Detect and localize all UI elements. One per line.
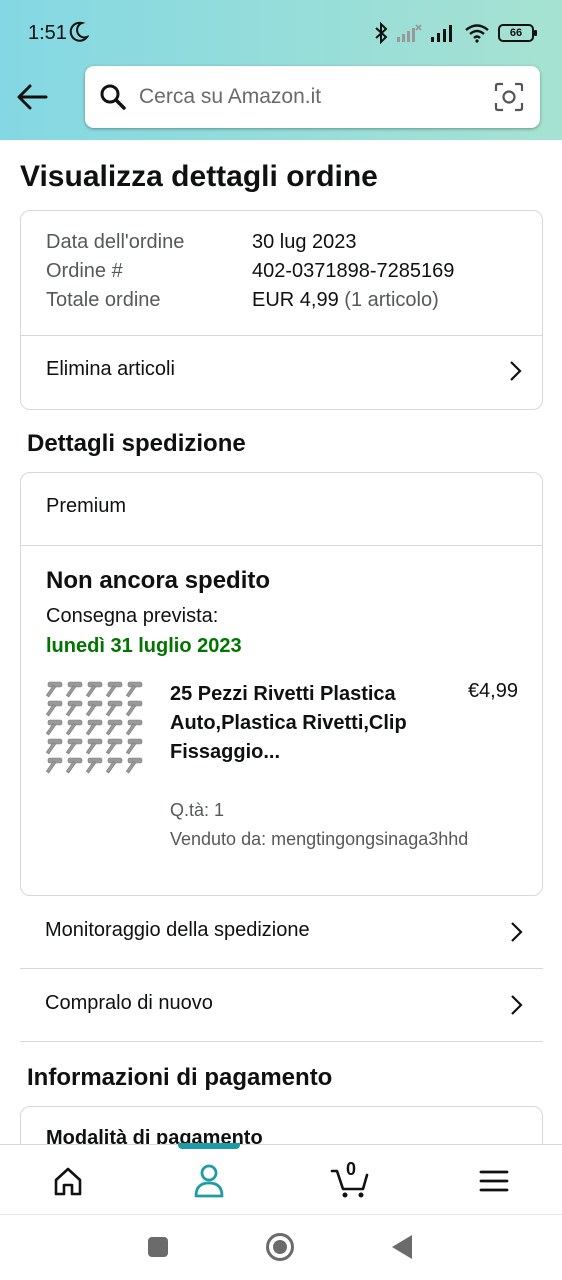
account-icon[interactable] bbox=[189, 1163, 229, 1199]
chevron-right-icon bbox=[511, 995, 523, 1015]
divider bbox=[21, 545, 542, 546]
shipment-status: Non ancora spedito bbox=[46, 567, 271, 594]
menu-icon[interactable] bbox=[474, 1163, 514, 1199]
order-number-label: Ordine # bbox=[46, 260, 123, 282]
search-icon bbox=[100, 84, 126, 110]
delivery-label: Consegna prevista: bbox=[46, 605, 219, 627]
order-total-value: EUR 4,99 (1 articolo) bbox=[252, 289, 439, 312]
order-summary-card: Data dell'ordine 30 lug 2023 Ordine # 40… bbox=[20, 210, 543, 410]
product-price: €4,99 bbox=[467, 680, 518, 702]
signal-muted-icon bbox=[397, 24, 422, 42]
product-quantity: Q.tà: 1 bbox=[170, 800, 225, 820]
payment-card: Modalità di pagamento bbox=[20, 1106, 543, 1144]
wifi-icon bbox=[465, 24, 489, 43]
do-not-disturb-icon bbox=[69, 21, 89, 42]
order-date-label: Data dell'ordine bbox=[46, 231, 185, 253]
order-details-content: Visualizza dettagli ordine Data dell'ord… bbox=[0, 140, 562, 1144]
active-tab-indicator bbox=[178, 1143, 240, 1149]
recent-apps-icon[interactable] bbox=[148, 1237, 168, 1257]
app-header: 1:51 66 bbox=[0, 0, 562, 140]
battery-indicator: 66 bbox=[498, 24, 537, 42]
track-shipment-label: Monitoraggio della spedizione bbox=[45, 919, 310, 941]
status-bar: 1:51 66 bbox=[0, 0, 562, 66]
system-navigation-bar bbox=[0, 1214, 562, 1280]
page-title: Visualizza dettagli ordine bbox=[20, 160, 378, 193]
order-total-items: (1 articolo) bbox=[344, 289, 439, 311]
cart-button[interactable]: 0 bbox=[330, 1159, 370, 1199]
bluetooth-icon bbox=[375, 22, 388, 44]
search-input[interactable] bbox=[139, 80, 479, 114]
delivery-date: lunedì 31 luglio 2023 bbox=[46, 635, 242, 657]
product-title[interactable]: 25 Pezzi Rivetti Plastica Auto,Plastica … bbox=[170, 680, 410, 767]
home-system-icon[interactable] bbox=[266, 1233, 294, 1261]
buy-again-row[interactable]: Compralo di nuovo bbox=[20, 970, 543, 1042]
delete-items-row[interactable]: Elimina articoli bbox=[21, 336, 542, 410]
status-time: 1:51 bbox=[28, 22, 67, 44]
back-arrow-icon[interactable] bbox=[14, 80, 50, 114]
search-bar[interactable] bbox=[85, 66, 540, 128]
order-date-value: 30 lug 2023 bbox=[252, 231, 357, 253]
payment-method-label: Modalità di pagamento bbox=[46, 1127, 263, 1144]
delete-items-label: Elimina articoli bbox=[46, 358, 175, 380]
back-system-icon[interactable] bbox=[392, 1235, 412, 1259]
chevron-right-icon bbox=[510, 361, 522, 381]
payment-section-title: Informazioni di pagamento bbox=[27, 1064, 333, 1091]
home-icon[interactable] bbox=[48, 1163, 88, 1199]
cart-count: 0 bbox=[346, 1159, 357, 1179]
signal-icon bbox=[431, 25, 452, 42]
order-number-value: 402-0371898-7285169 bbox=[252, 260, 455, 282]
shipping-method: Premium bbox=[46, 495, 127, 517]
order-total-label: Totale ordine bbox=[46, 289, 161, 311]
bottom-navigation: 0 bbox=[0, 1143, 562, 1214]
product-thumbnail[interactable] bbox=[46, 678, 146, 778]
product-seller: Venduto da: mengtingongsinaga3hhd bbox=[170, 829, 469, 849]
track-shipment-row[interactable]: Monitoraggio della spedizione bbox=[20, 897, 543, 969]
chevron-right-icon bbox=[511, 922, 523, 942]
shipment-card: Premium Non ancora spedito Consegna prev… bbox=[20, 472, 543, 896]
buy-again-label: Compralo di nuovo bbox=[45, 992, 213, 1014]
order-total-amount: EUR 4,99 bbox=[252, 289, 339, 311]
camera-scan-icon[interactable] bbox=[494, 82, 524, 112]
shipping-section-title: Dettagli spedizione bbox=[27, 430, 246, 457]
